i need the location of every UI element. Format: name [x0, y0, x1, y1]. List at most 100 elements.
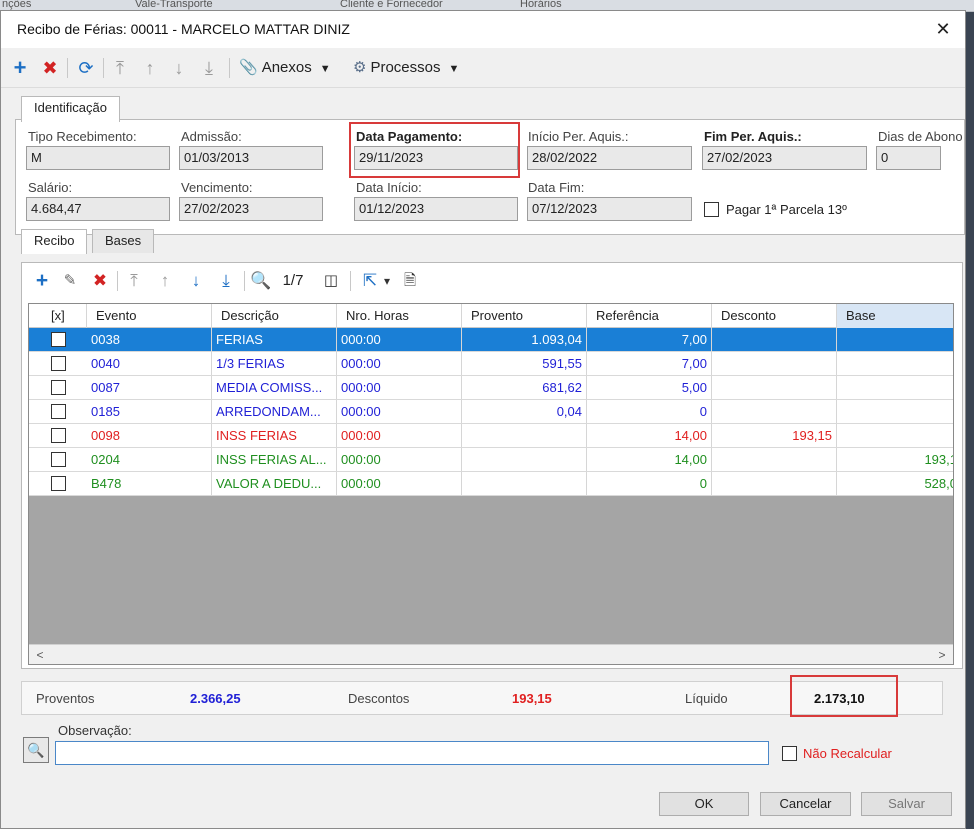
- prev-record-button[interactable]: ↑: [139, 56, 161, 80]
- attachments-menu[interactable]: 📎 Anexos ▼: [239, 56, 331, 80]
- first-record-button[interactable]: ⤒: [109, 56, 131, 80]
- identification-panel: Tipo Recebimento: M Admissão: 01/03/2013…: [15, 119, 965, 235]
- chevron-down-icon[interactable]: ▾: [380, 270, 394, 292]
- nao-recalcular-checkbox[interactable]: [782, 746, 797, 761]
- add-button[interactable]: +: [9, 56, 31, 80]
- cell-horas: 000:00: [337, 448, 462, 471]
- chevron-down-icon: ▼: [448, 63, 460, 75]
- delete-button[interactable]: ✖: [39, 56, 61, 80]
- row-checkbox[interactable]: [51, 476, 66, 491]
- col-descricao[interactable]: Descrição: [212, 304, 337, 328]
- table-row[interactable]: B478 VALOR A DEDU... 000:00 0 528,0: [29, 472, 953, 496]
- inicio-per-aquis-label: Início Per. Aquis.:: [528, 129, 629, 144]
- bg-item: Horários: [520, 0, 562, 10]
- vencimento-field[interactable]: 27/02/2023: [179, 197, 323, 221]
- inicio-per-aquis-field[interactable]: 28/02/2022: [527, 146, 692, 170]
- pagar-parcela-checkbox[interactable]: [704, 202, 719, 217]
- scroll-left-icon[interactable]: <: [31, 645, 49, 664]
- toolbar-separator: [117, 271, 118, 291]
- cell-descricao: INSS FERIAS: [212, 424, 337, 447]
- ok-button[interactable]: OK: [659, 792, 749, 816]
- admissao-field[interactable]: 01/03/2013: [179, 146, 323, 170]
- close-button[interactable]: ✕: [929, 16, 957, 42]
- cell-evento: 0087: [87, 376, 212, 399]
- document-icon[interactable]: 🗎: [400, 270, 420, 292]
- cell-base: 193,1: [837, 448, 953, 471]
- vencimento-label: Vencimento:: [181, 180, 253, 195]
- cell-desconto: [712, 448, 837, 471]
- grid-last-button[interactable]: ⤓: [216, 270, 236, 292]
- table-row[interactable]: 0185 ARREDONDAM... 000:00 0,04 0: [29, 400, 953, 424]
- tab-identificacao[interactable]: Identificação: [21, 96, 120, 122]
- row-checkbox[interactable]: [51, 452, 66, 467]
- grid-next-button[interactable]: ↓: [186, 270, 206, 292]
- save-button[interactable]: Salvar: [861, 792, 952, 816]
- col-desconto[interactable]: Desconto: [712, 304, 837, 328]
- cancel-button[interactable]: Cancelar: [760, 792, 851, 816]
- processes-menu[interactable]: ⚙ Processos ▼: [353, 56, 459, 80]
- col-nro-horas[interactable]: Nro. Horas: [337, 304, 462, 328]
- cell-referencia: 7,00: [587, 352, 712, 375]
- magnifier-page-icon: 🔍: [27, 742, 45, 758]
- observacao-input[interactable]: [55, 741, 769, 765]
- horizontal-scrollbar[interactable]: < >: [29, 644, 953, 664]
- columns-button[interactable]: ◫: [320, 270, 342, 292]
- scroll-right-icon[interactable]: >: [933, 645, 951, 664]
- cell-desconto: 193,15: [712, 424, 837, 447]
- salario-label: Salário:: [28, 180, 73, 195]
- table-row[interactable]: 0204 INSS FERIAS AL... 000:00 14,00 193,1: [29, 448, 953, 472]
- proventos-label: Proventos: [36, 691, 95, 706]
- row-checkbox[interactable]: [51, 380, 66, 395]
- tipo-recebimento-field[interactable]: M: [26, 146, 170, 170]
- col-evento[interactable]: Evento: [87, 304, 212, 328]
- grid-first-button[interactable]: ⤒: [124, 270, 144, 292]
- tab-recibo[interactable]: Recibo: [21, 229, 88, 254]
- cell-horas: 000:00: [337, 424, 462, 447]
- col-base[interactable]: Base: [837, 304, 953, 328]
- dias-abono-field[interactable]: 0: [876, 146, 941, 170]
- refresh-button[interactable]: ⟳: [75, 56, 97, 80]
- cell-horas: 000:00: [337, 400, 462, 423]
- data-pagamento-field[interactable]: 29/11/2023: [354, 146, 518, 170]
- grid-add-button[interactable]: +: [32, 270, 52, 292]
- grid-header: [x] Evento Descrição Nro. Horas Provento…: [29, 304, 953, 328]
- grid-delete-button[interactable]: ✖: [90, 270, 110, 292]
- col-select[interactable]: [x]: [29, 304, 87, 328]
- cell-horas: 000:00: [337, 328, 462, 351]
- table-row[interactable]: 0038 FERIAS 000:00 1.093,04 7,00: [29, 328, 953, 352]
- row-checkbox[interactable]: [51, 332, 66, 347]
- window-title: Recibo de Férias: 00011 - MARCELO MATTAR…: [17, 21, 350, 37]
- cell-provento: 681,62: [462, 376, 587, 399]
- cell-referencia: 7,00: [587, 328, 712, 351]
- table-row[interactable]: 0087 MEDIA COMISS... 000:00 681,62 5,00: [29, 376, 953, 400]
- data-fim-field[interactable]: 07/12/2023: [527, 197, 692, 221]
- col-provento[interactable]: Provento: [462, 304, 587, 328]
- row-checkbox[interactable]: [51, 428, 66, 443]
- salario-field[interactable]: 4.684,47: [26, 197, 170, 221]
- preview-search-button[interactable]: 🔍: [23, 737, 49, 763]
- row-checkbox[interactable]: [51, 404, 66, 419]
- last-record-button[interactable]: ⤓: [198, 56, 220, 80]
- cell-descricao: MEDIA COMISS...: [212, 376, 337, 399]
- data-inicio-label: Data Início:: [356, 180, 422, 195]
- admissao-label: Admissão:: [181, 129, 242, 144]
- tab-bases[interactable]: Bases: [92, 229, 155, 253]
- toolbar-separator: [244, 271, 245, 291]
- tipo-recebimento-label: Tipo Recebimento:: [28, 129, 137, 144]
- row-checkbox[interactable]: [51, 356, 66, 371]
- fim-per-aquis-field[interactable]: 27/02/2023: [702, 146, 867, 170]
- export-button[interactable]: ⇱: [360, 270, 380, 292]
- table-row[interactable]: 0098 INSS FERIAS 000:00 14,00 193,15: [29, 424, 953, 448]
- grid-prev-button[interactable]: ↑: [155, 270, 175, 292]
- liquido-label: Líquido: [685, 691, 728, 706]
- next-record-button[interactable]: ↓: [168, 56, 190, 80]
- cell-evento: B478: [87, 472, 212, 495]
- data-inicio-field[interactable]: 01/12/2023: [354, 197, 518, 221]
- grid-edit-button[interactable]: ✎: [60, 270, 80, 292]
- cell-evento: 0098: [87, 424, 212, 447]
- col-referencia[interactable]: Referência: [587, 304, 712, 328]
- cell-descricao: ARREDONDAM...: [212, 400, 337, 423]
- table-row[interactable]: 0040 1/3 FERIAS 000:00 591,55 7,00: [29, 352, 953, 376]
- search-icon[interactable]: 🔍: [250, 270, 272, 292]
- bg-item: Cliente e Fornecedor: [340, 0, 443, 10]
